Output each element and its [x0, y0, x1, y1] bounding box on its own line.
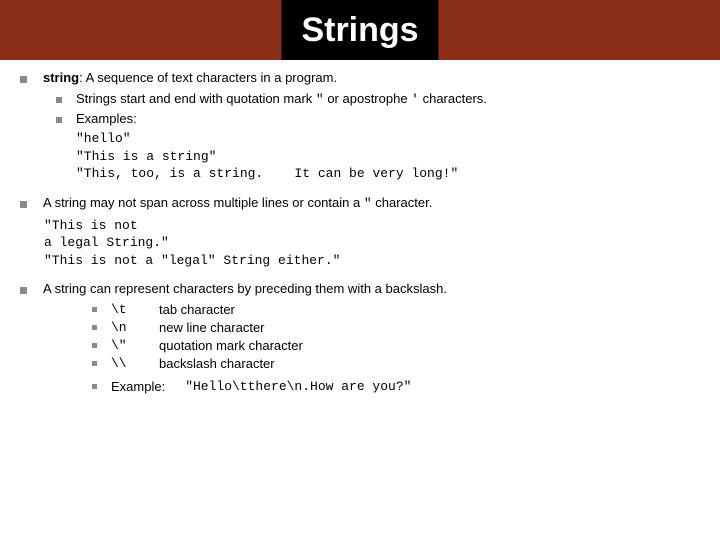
escape-code: \\ — [111, 356, 159, 371]
bullet-icon — [92, 361, 97, 366]
code-examples-2: "This is not a legal String." "This is n… — [44, 217, 700, 270]
bullet-text: A string may not span across multiple li… — [43, 195, 432, 211]
bullet-icon — [56, 97, 62, 103]
bullet-sub-1a: Strings start and end with quotation mar… — [56, 91, 700, 107]
escape-desc: tab character — [159, 302, 235, 317]
slide-header: Strings — [0, 0, 720, 60]
bullet-icon — [92, 325, 97, 330]
title-box: Strings — [281, 0, 438, 60]
example-label: Example: — [111, 379, 165, 394]
escape-code: \" — [111, 338, 159, 353]
slide-content: string: A sequence of text characters in… — [0, 60, 720, 394]
bullet-icon — [92, 384, 97, 389]
bullet-main-2: A string may not span across multiple li… — [20, 195, 700, 211]
escape-row: \\ backslash character — [92, 356, 700, 371]
term-def: : A sequence of text characters in a pro… — [79, 70, 337, 85]
escape-code: \t — [111, 302, 159, 317]
bullet-icon — [20, 287, 27, 294]
bullet-icon — [92, 343, 97, 348]
escape-row: \n new line character — [92, 320, 700, 335]
bullet-icon — [92, 307, 97, 312]
escape-code: \n — [111, 320, 159, 335]
term-string: string — [43, 70, 79, 85]
example-code: "Hello\tthere\n.How are you?" — [185, 379, 411, 394]
bullet-icon — [56, 117, 62, 123]
bullet-main-3: A string can represent characters by pre… — [20, 281, 700, 296]
escape-desc: quotation mark character — [159, 338, 303, 353]
slide-title: Strings — [301, 11, 418, 50]
code-examples-1: "hello" "This is a string" "This, too, i… — [76, 130, 700, 183]
bullet-text: string: A sequence of text characters in… — [43, 70, 337, 85]
bullet-sub-1b: Examples: — [56, 111, 700, 126]
bullet-text: A string can represent characters by pre… — [43, 281, 447, 296]
bullet-icon — [20, 76, 27, 83]
bullet-main-1: string: A sequence of text characters in… — [20, 70, 700, 85]
escape-row: \" quotation mark character — [92, 338, 700, 353]
bullet-text: Strings start and end with quotation mar… — [76, 91, 487, 107]
escape-example-row: Example: "Hello\tthere\n.How are you?" — [92, 379, 700, 394]
escape-desc: backslash character — [159, 356, 275, 371]
escape-row: \t tab character — [92, 302, 700, 317]
bullet-text: Examples: — [76, 111, 137, 126]
escape-desc: new line character — [159, 320, 265, 335]
bullet-icon — [20, 201, 27, 208]
